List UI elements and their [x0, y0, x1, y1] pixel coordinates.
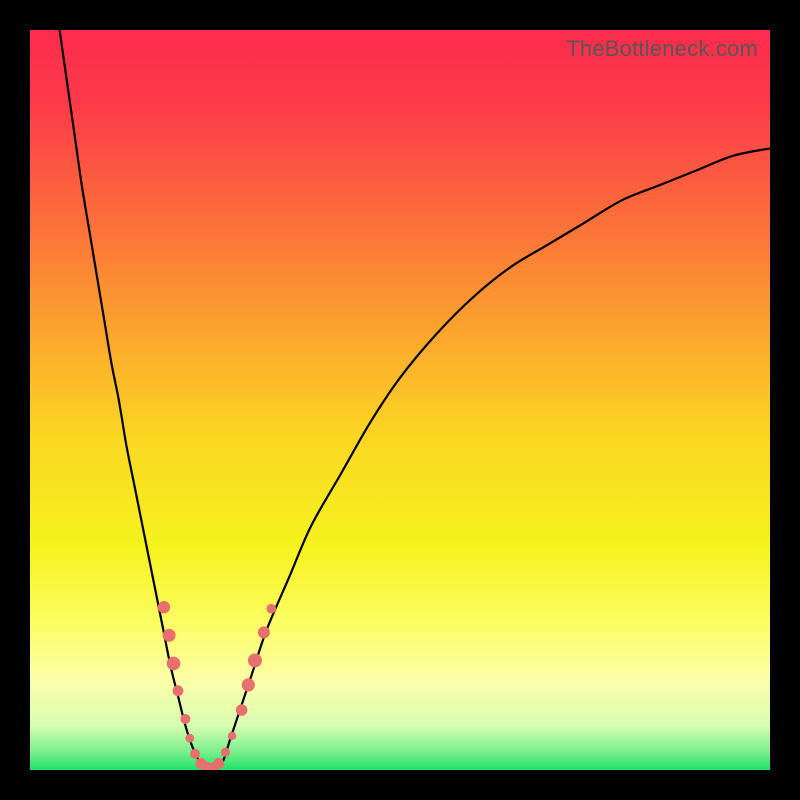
data-marker	[221, 748, 230, 757]
data-marker	[173, 685, 184, 696]
curve-svg	[30, 30, 770, 770]
data-marker	[236, 704, 248, 716]
data-marker	[180, 714, 190, 724]
data-marker	[190, 749, 200, 759]
data-marker	[158, 601, 170, 613]
data-marker	[185, 734, 194, 743]
bottleneck-curve	[60, 30, 770, 770]
data-marker	[248, 653, 262, 667]
plot-area: TheBottleneck.com	[30, 30, 770, 770]
data-marker	[266, 604, 276, 614]
data-marker	[228, 732, 236, 740]
chart-frame: TheBottleneck.com	[0, 0, 800, 800]
data-marker	[258, 626, 270, 638]
data-marker	[242, 678, 255, 691]
data-marker	[163, 629, 176, 642]
watermark-text: TheBottleneck.com	[566, 36, 758, 62]
data-marker	[213, 758, 224, 769]
data-marker	[167, 657, 181, 671]
